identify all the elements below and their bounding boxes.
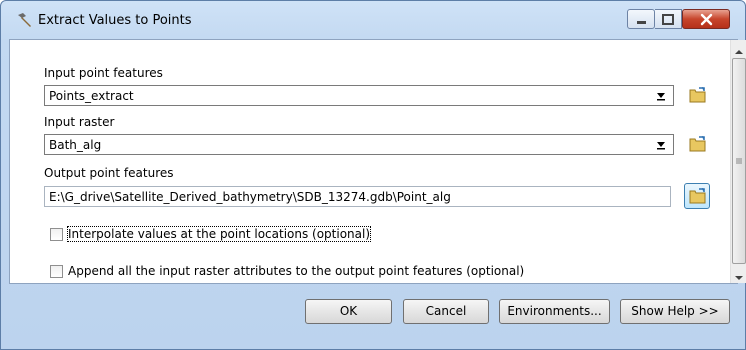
scroll-up-arrow-icon[interactable] [735,44,743,58]
environments-button[interactable]: Environments... [499,299,610,324]
maximize-button[interactable] [655,9,682,29]
vertical-scrollbar[interactable] [730,40,746,283]
scroll-down-arrow-icon[interactable] [735,270,743,284]
maximize-icon [662,14,674,25]
input-point-features-value: Points_extract [49,89,134,103]
dialog-content: Input point features Points_extract Inpu… [9,39,746,284]
append-attributes-checkbox[interactable] [50,265,63,278]
close-icon [700,13,713,26]
input-raster-value: Bath_alg [49,138,102,152]
output-point-features-browse-button[interactable] [684,183,710,209]
hammer-icon [15,11,33,29]
dialog-window: Extract Values to Points Input point fea… [0,0,746,350]
cancel-button[interactable]: Cancel [403,299,489,324]
interpolate-checkbox[interactable] [50,228,63,241]
output-point-features-value: E:\G_drive\Satellite_Derived_bathymetry\… [49,190,451,204]
input-raster-browse-button[interactable] [684,131,710,157]
input-point-features-select[interactable]: Points_extract [44,85,674,106]
input-raster-label: Input raster [44,115,115,129]
input-point-features-browse-button[interactable] [684,82,710,108]
minimize-button[interactable] [627,9,655,29]
output-point-features-label: Output point features [44,166,174,180]
input-point-features-label: Input point features [44,66,163,80]
ok-button[interactable]: OK [305,299,392,324]
scroll-grip-icon [736,158,742,164]
close-button[interactable] [682,9,730,29]
scrollbar-thumb[interactable] [732,58,746,264]
input-raster-select[interactable]: Bath_alg [44,134,674,155]
minimize-icon [637,21,646,24]
chevron-down-icon[interactable] [655,89,667,102]
append-attributes-checkbox-label[interactable]: Append all the input raster attributes t… [68,264,524,278]
window-title: Extract Values to Points [38,13,192,28]
output-point-features-input[interactable]: E:\G_drive\Satellite_Derived_bathymetry\… [44,186,671,207]
show-help-button[interactable]: Show Help >> [620,299,730,324]
interpolate-checkbox-label[interactable]: Interpolate values at the point location… [66,226,372,242]
title-bar[interactable]: Extract Values to Points [1,1,745,39]
chevron-down-icon[interactable] [655,138,667,151]
